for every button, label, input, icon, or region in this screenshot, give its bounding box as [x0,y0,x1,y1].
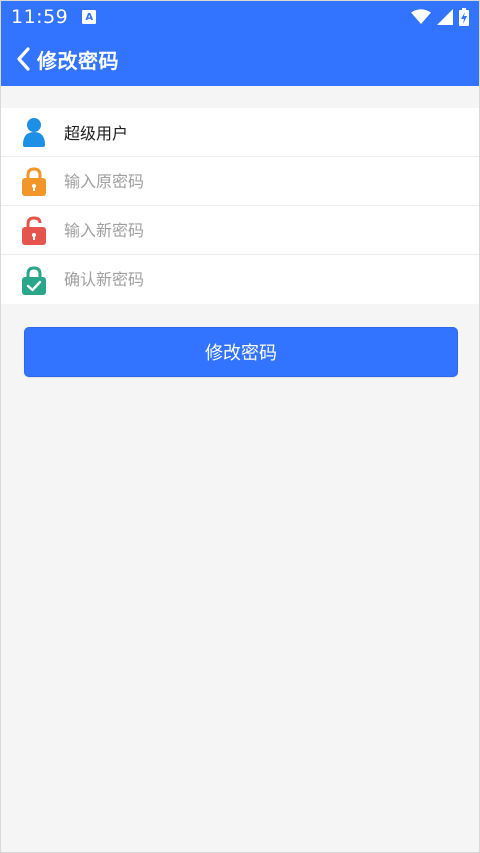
battery-charging-icon [459,8,469,26]
back-button[interactable] [13,45,35,73]
status-icons [411,8,469,26]
password-form: 超级用户 [1,108,479,304]
new-password-row[interactable] [1,206,479,255]
change-password-button[interactable]: 修改密码 [24,327,458,377]
app-bar: 修改密码 [1,39,479,79]
confirm-password-input[interactable] [64,270,424,289]
wifi-icon [411,9,431,24]
chevron-left-icon [17,47,30,71]
status-time: 11:59 [11,6,69,28]
top-bar: 11:59 A 修改密码 [1,1,479,86]
user-icon [19,116,49,148]
lock-closed-icon [19,165,49,197]
notification-a-icon: A [82,10,97,24]
old-password-row[interactable] [1,157,479,206]
confirm-password-row[interactable] [1,255,479,304]
old-password-input[interactable] [64,171,424,191]
new-password-input[interactable] [64,220,424,240]
page-title: 修改密码 [37,48,119,73]
lock-check-icon [19,264,49,296]
username-row: 超级用户 [1,108,479,157]
username-text: 超级用户 [64,124,129,143]
signal-icon [437,9,453,25]
status-bar: 11:59 A [1,1,479,33]
lock-open-icon [19,214,49,246]
